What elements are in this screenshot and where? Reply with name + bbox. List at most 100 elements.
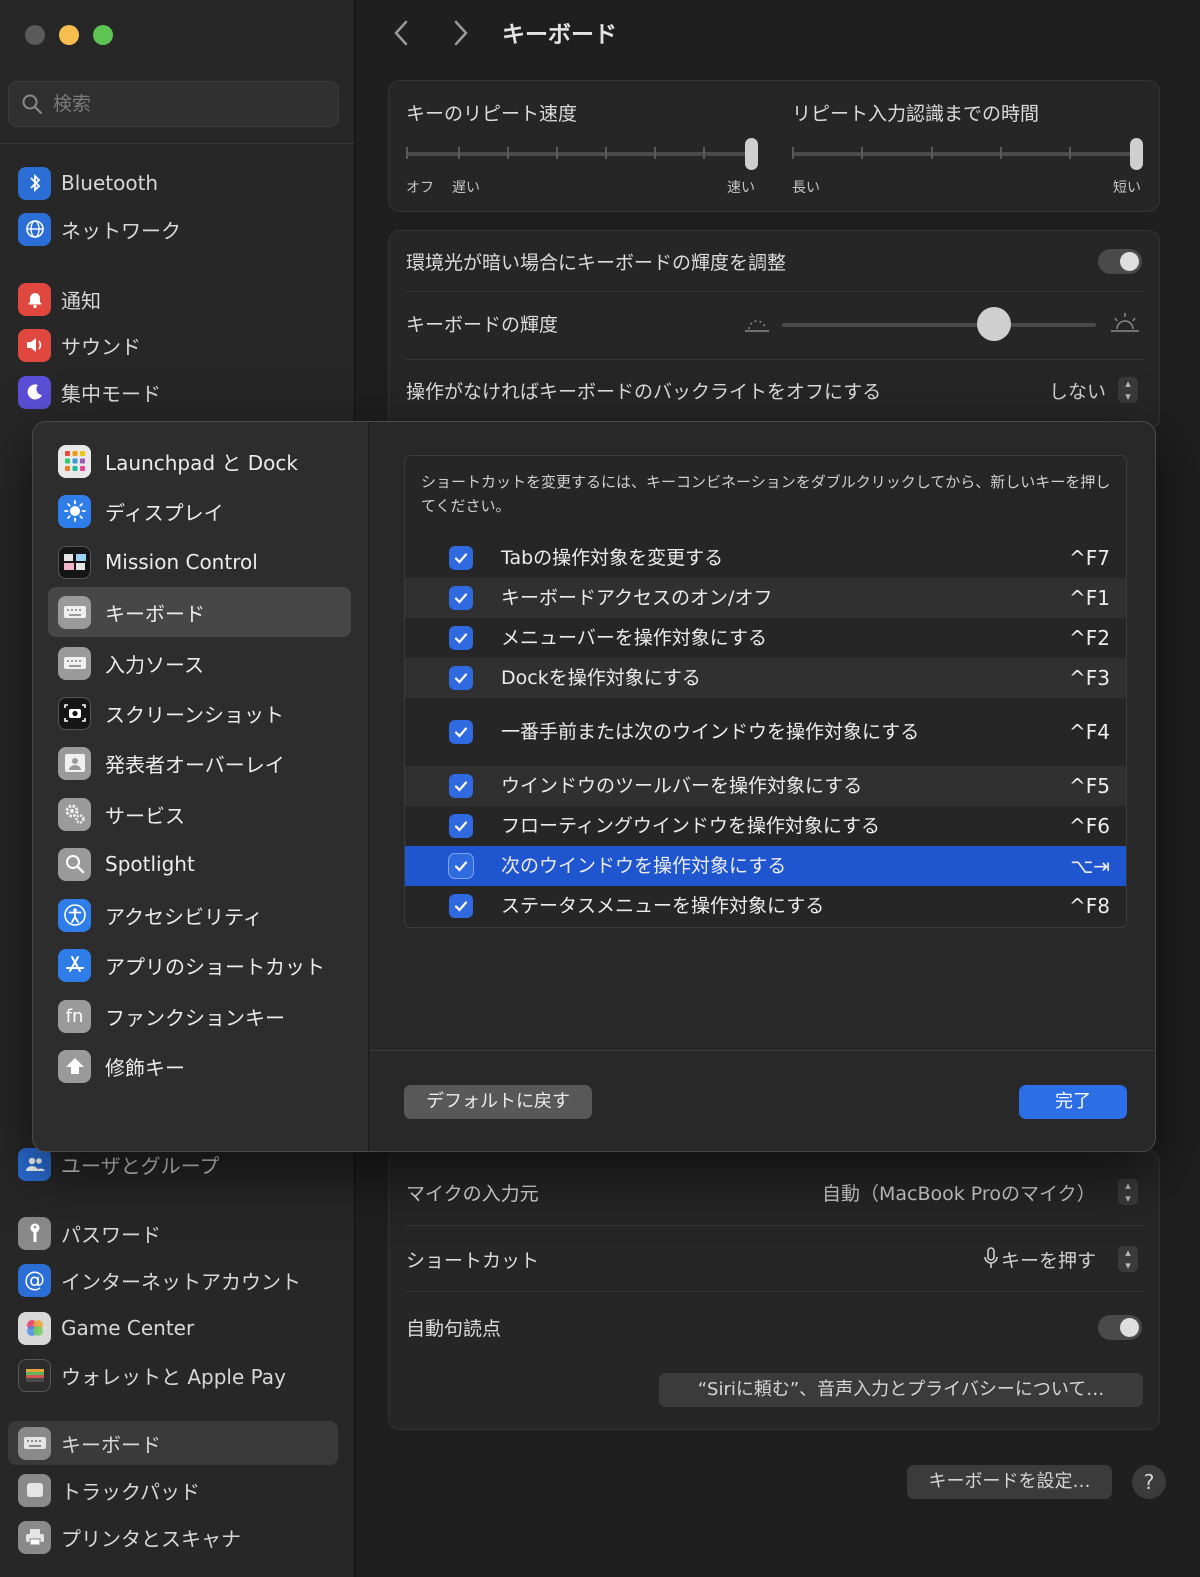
category-presenter-overlay[interactable]: 発表者オーバーレイ bbox=[48, 738, 351, 788]
zoom-button[interactable] bbox=[93, 25, 113, 45]
sidebar-item-label: トラックパッド bbox=[61, 1479, 200, 1504]
category-input-sources[interactable]: 入力ソース bbox=[48, 638, 351, 688]
category-label: サービス bbox=[105, 803, 185, 828]
forward-button[interactable] bbox=[446, 18, 476, 54]
sidebar-item-network[interactable]: ネットワーク bbox=[8, 207, 338, 251]
category-launchpad-dock[interactable]: Launchpad と Dock bbox=[48, 436, 351, 486]
category-spotlight[interactable]: Spotlight bbox=[48, 839, 351, 889]
brightness-low-icon bbox=[745, 320, 769, 332]
dictation-shortcut-value[interactable]: キーを押す bbox=[1001, 1246, 1096, 1273]
window-controls bbox=[25, 25, 113, 45]
shortcut-row[interactable]: ステータスメニューを操作対象にする ^F8 bbox=[405, 886, 1126, 926]
shortcut-key[interactable]: ^F4 bbox=[1069, 720, 1110, 744]
repeat-rate-fast-label: 速い bbox=[727, 180, 755, 196]
sidebar-item-label: Bluetooth bbox=[61, 171, 159, 195]
checkmark-icon bbox=[454, 821, 468, 832]
sidebar-item-printers[interactable]: プリンタとスキャナ bbox=[8, 1515, 338, 1559]
shortcut-row[interactable]: Dockを操作対象にする ^F3 bbox=[405, 658, 1126, 698]
done-button[interactable]: 完了 bbox=[1019, 1085, 1127, 1119]
presenter-icon bbox=[58, 746, 91, 780]
category-screenshots[interactable]: スクリーンショット bbox=[48, 688, 351, 738]
sidebar-item-game-center[interactable]: Game Center bbox=[8, 1306, 338, 1350]
globe-icon bbox=[18, 212, 51, 246]
shortcut-row[interactable]: メニューバーを操作対象にする ^F2 bbox=[405, 618, 1126, 658]
category-label: 発表者オーバーレイ bbox=[105, 752, 285, 777]
category-display[interactable]: ディスプレイ bbox=[48, 486, 351, 536]
shortcut-checkbox[interactable] bbox=[449, 720, 473, 744]
sidebar-item-internet-accounts[interactable]: @ インターネットアカウント bbox=[8, 1258, 338, 1302]
sidebar-item-notifications[interactable]: 通知 bbox=[8, 277, 338, 321]
shortcut-row[interactable]: 一番手前または次のウインドウを操作対象にする ^F4 bbox=[405, 698, 1126, 766]
setup-keyboard-button[interactable]: キーボードを設定… bbox=[907, 1465, 1112, 1499]
shortcut-row[interactable]: Tabの操作対象を変更する ^F7 bbox=[405, 538, 1126, 578]
microphone-icon bbox=[984, 1247, 998, 1268]
back-button[interactable] bbox=[386, 18, 416, 54]
sidebar-item-bluetooth[interactable]: Bluetooth bbox=[8, 161, 338, 205]
backlight-off-value[interactable]: しない bbox=[1049, 377, 1106, 404]
accessibility-icon bbox=[58, 898, 91, 932]
fn-icon: fn bbox=[58, 999, 91, 1033]
sidebar-item-keyboard[interactable]: キーボード bbox=[8, 1421, 338, 1465]
ambient-light-toggle[interactable] bbox=[1098, 249, 1142, 274]
category-modifier-keys[interactable]: 修飾キー bbox=[48, 1041, 351, 1091]
settings-window: Bluetooth ネットワーク 通知 サウンド 集中モード bbox=[0, 0, 1200, 1577]
mic-source-value[interactable]: 自動（MacBook Proのマイク） bbox=[822, 1179, 1096, 1206]
shortcut-key[interactable]: ^F8 bbox=[1069, 894, 1110, 918]
shortcut-key[interactable]: ⌥⇥ bbox=[1070, 854, 1110, 878]
category-services[interactable]: サービス bbox=[48, 789, 351, 839]
category-label: 修飾キー bbox=[105, 1055, 185, 1080]
shortcut-checkbox[interactable] bbox=[449, 546, 473, 570]
minimize-button[interactable] bbox=[59, 25, 79, 45]
shortcut-key[interactable]: ^F6 bbox=[1069, 814, 1110, 838]
search-field[interactable] bbox=[8, 81, 339, 127]
brightness-slider[interactable] bbox=[782, 323, 1096, 327]
launchpad-icon bbox=[58, 444, 91, 478]
shortcut-checkbox[interactable] bbox=[449, 586, 473, 610]
shortcut-checkbox[interactable] bbox=[449, 774, 473, 798]
sidebar-item-focus[interactable]: 集中モード bbox=[8, 370, 338, 414]
category-label: アクセシビリティ bbox=[105, 904, 263, 929]
shortcut-checkbox[interactable] bbox=[449, 814, 473, 838]
shortcut-row[interactable]: ウインドウのツールバーを操作対象にする ^F5 bbox=[405, 766, 1126, 806]
category-function-keys[interactable]: fn ファンクションキー bbox=[48, 991, 351, 1041]
restore-defaults-button[interactable]: デフォルトに戻す bbox=[404, 1085, 592, 1119]
shortcut-row[interactable]: フローティングウインドウを操作対象にする ^F6 bbox=[405, 806, 1126, 846]
siri-privacy-button[interactable]: “Siriに頼む”、音声入力とプライバシーについて… bbox=[659, 1373, 1143, 1407]
close-button[interactable] bbox=[25, 25, 45, 45]
sidebar-item-passwords[interactable]: パスワード bbox=[8, 1211, 338, 1255]
sidebar-item-trackpad[interactable]: トラックパッド bbox=[8, 1468, 338, 1512]
backlight-off-stepper[interactable]: ▴ ▾ bbox=[1118, 377, 1138, 403]
checkmark-icon bbox=[454, 861, 468, 872]
shortcut-key[interactable]: ^F7 bbox=[1069, 546, 1110, 570]
auto-punctuation-toggle[interactable] bbox=[1098, 1315, 1142, 1340]
category-mission-control[interactable]: Mission Control bbox=[48, 537, 351, 587]
search-input[interactable] bbox=[53, 90, 333, 118]
checkmark-icon bbox=[454, 901, 468, 912]
shortcut-checkbox[interactable] bbox=[449, 666, 473, 690]
shortcut-checkbox[interactable] bbox=[449, 894, 473, 918]
shortcut-key[interactable]: ^F3 bbox=[1069, 666, 1110, 690]
delay-knob[interactable] bbox=[1130, 138, 1143, 170]
sidebar-item-wallet[interactable]: ウォレットと Apple Pay bbox=[8, 1353, 338, 1397]
camera-icon bbox=[58, 696, 91, 730]
brightness-knob[interactable] bbox=[977, 307, 1011, 341]
shortcut-list-pane: ショートカットを変更するには、キーコンビネーションをダブルクリックしてから、新し… bbox=[370, 422, 1155, 1151]
category-accessibility[interactable]: アクセシビリティ bbox=[48, 890, 351, 940]
help-button[interactable]: ? bbox=[1132, 1465, 1166, 1499]
shortcut-checkbox[interactable] bbox=[449, 626, 473, 650]
mic-source-stepper[interactable]: ▴ ▾ bbox=[1118, 1179, 1138, 1205]
shortcut-key[interactable]: ^F1 bbox=[1069, 586, 1110, 610]
sidebar-item-sound[interactable]: サウンド bbox=[8, 323, 338, 367]
repeat-rate-knob[interactable] bbox=[745, 138, 758, 170]
delay-short-label: 短い bbox=[1113, 180, 1141, 196]
shortcut-name: Tabの操作対象を変更する bbox=[501, 547, 724, 569]
shortcut-row[interactable]: キーボードアクセスのオン/オフ ^F1 bbox=[405, 578, 1126, 618]
shortcut-key[interactable]: ^F2 bbox=[1069, 626, 1110, 650]
category-keyboard[interactable]: キーボード bbox=[48, 587, 351, 637]
at-icon: @ bbox=[18, 1263, 51, 1297]
category-app-shortcuts[interactable]: アプリのショートカット bbox=[48, 940, 351, 990]
shortcut-checkbox[interactable] bbox=[449, 854, 473, 878]
shortcut-row-selected[interactable]: 次のウインドウを操作対象にする ⌥⇥ bbox=[405, 846, 1126, 886]
dictation-shortcut-stepper[interactable]: ▴ ▾ bbox=[1118, 1246, 1138, 1272]
shortcut-key[interactable]: ^F5 bbox=[1069, 774, 1110, 798]
